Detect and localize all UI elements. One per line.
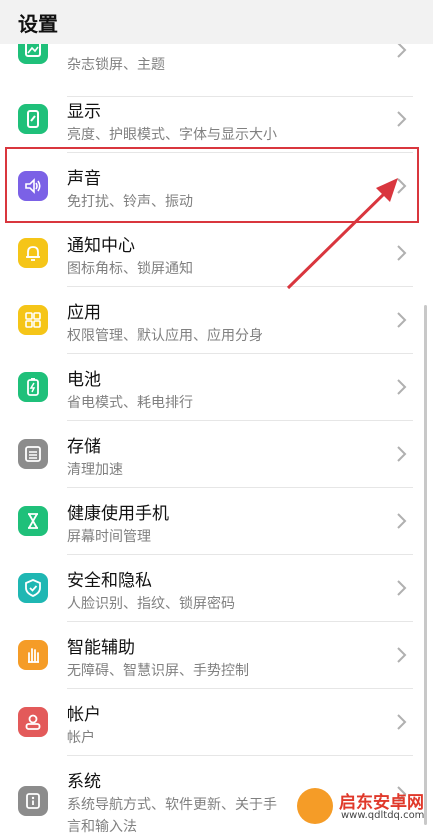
settings-item-subtitle-line2: 言和输入法	[67, 819, 137, 835]
settings-item-display[interactable]: 显示 亮度、护眼模式、字体与显示大小	[0, 86, 433, 153]
storage-icon	[18, 439, 48, 469]
settings-item-subtitle: 系统导航方式、软件更新、关于手	[67, 797, 277, 813]
chevron-right-icon	[397, 446, 407, 462]
chevron-right-icon	[397, 312, 407, 328]
chevron-right-icon	[397, 513, 407, 529]
battery-icon	[18, 372, 48, 402]
settings-item-label: 系统	[67, 772, 101, 792]
settings-item-smart-assistance[interactable]: 智能辅助 无障碍、智慧识屏、手势控制	[0, 622, 433, 689]
chevron-right-icon	[397, 714, 407, 730]
page-title: 设置	[18, 12, 58, 36]
settings-item-subtitle: 清理加速	[67, 462, 123, 478]
settings-item-label: 通知中心	[67, 236, 135, 256]
shield-icon	[18, 573, 48, 603]
chevron-right-icon	[397, 111, 407, 127]
hand-icon	[18, 640, 48, 670]
chevron-right-icon	[397, 647, 407, 663]
settings-item-subtitle: 杂志锁屏、主题	[67, 57, 165, 73]
scrollbar[interactable]	[424, 305, 427, 825]
bell-icon	[18, 238, 48, 268]
settings-item-subtitle: 帐户	[67, 730, 95, 746]
watermark-url: www.qdltdq.com	[341, 810, 425, 821]
settings-item-label: 健康使用手机	[67, 504, 169, 524]
app-header: 设置	[0, 0, 433, 44]
settings-item-subtitle: 人脸识别、指纹、锁屏密码	[67, 596, 235, 612]
settings-item-subtitle: 无障碍、智慧识屏、手势控制	[67, 663, 249, 679]
apps-grid-icon	[18, 305, 48, 335]
settings-item-storage[interactable]: 存储 清理加速	[0, 421, 433, 488]
settings-item-account[interactable]: 帐户 帐户	[0, 689, 433, 756]
settings-item-subtitle: 亮度、护眼模式、字体与显示大小	[67, 127, 277, 143]
settings-item-battery[interactable]: 电池 省电模式、耗电排行	[0, 354, 433, 421]
watermark: 启东安卓网 www.qdltdq.com	[297, 786, 427, 828]
settings-item-label: 电池	[67, 370, 101, 390]
settings-item-label: 存储	[67, 437, 101, 457]
settings-item-label: 应用	[67, 303, 101, 323]
settings-item-label: 安全和隐私	[67, 571, 152, 591]
account-icon	[18, 707, 48, 737]
chevron-right-icon	[397, 379, 407, 395]
settings-item-security[interactable]: 安全和隐私 人脸识别、指纹、锁屏密码	[0, 555, 433, 622]
highlight-box	[5, 147, 419, 223]
settings-item-subtitle: 屏幕时间管理	[67, 529, 151, 545]
settings-item-digital-balance[interactable]: 健康使用手机 屏幕时间管理	[0, 488, 433, 555]
hourglass-icon	[18, 506, 48, 536]
settings-item-label: 智能辅助	[67, 638, 135, 658]
settings-item-subtitle: 权限管理、默认应用、应用分身	[67, 328, 263, 344]
settings-item-subtitle: 图标角标、锁屏通知	[67, 261, 193, 277]
info-icon	[18, 786, 48, 816]
display-icon	[18, 104, 48, 134]
settings-item-label: 帐户	[67, 705, 101, 725]
chevron-right-icon	[397, 245, 407, 261]
settings-item-notifications[interactable]: 通知中心 图标角标、锁屏通知	[0, 220, 433, 287]
chevron-right-icon	[397, 580, 407, 596]
settings-item-subtitle: 省电模式、耗电排行	[67, 395, 193, 411]
watermark-logo-icon	[297, 788, 333, 824]
settings-item-apps[interactable]: 应用 权限管理、默认应用、应用分身	[0, 287, 433, 354]
settings-item-label: 显示	[67, 102, 101, 122]
